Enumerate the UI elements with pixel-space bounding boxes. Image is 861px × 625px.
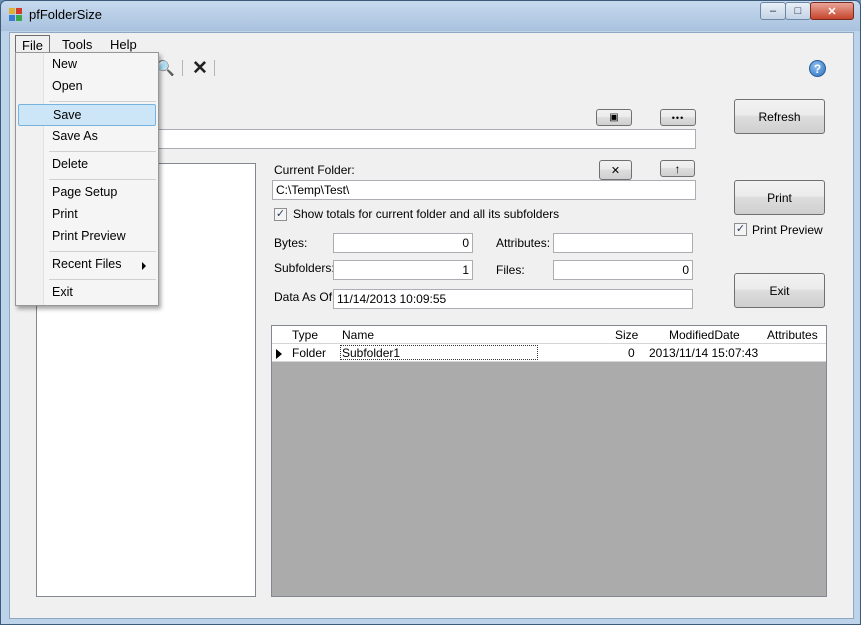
table-row[interactable]: Folder Subfolder1 0 2013/11/14 15:07:43 [272, 344, 826, 362]
column-attributes[interactable]: Attributes [767, 328, 818, 342]
save-path-button[interactable]: ▣ [596, 109, 632, 126]
column-type[interactable]: Type [292, 328, 318, 342]
attributes-field[interactable] [553, 233, 693, 253]
bytes-label: Bytes: [274, 236, 308, 250]
menu-item-recent-files[interactable]: Recent Files [18, 254, 156, 276]
show-totals-label: Show totals for current folder and all i… [293, 207, 560, 221]
cell-type: Folder [292, 346, 327, 360]
print-preview-checkbox[interactable]: ✓ [734, 223, 747, 236]
menu-separator [49, 179, 156, 180]
menu-item-exit[interactable]: Exit [18, 282, 156, 304]
column-modified-date[interactable]: ModifiedDate [669, 328, 740, 342]
app-icon [9, 8, 22, 21]
print-preview-label: Print Preview [752, 223, 823, 237]
menu-separator [49, 101, 156, 102]
menu-separator [49, 151, 156, 152]
column-size[interactable]: Size [615, 328, 638, 342]
caption-buttons: – □ ✕ [760, 2, 854, 20]
folder-grid[interactable]: Type Name Size ModifiedDate Attributes F… [271, 325, 827, 597]
cell-modified-date: 2013/11/14 15:07:43 [649, 346, 759, 360]
print-button[interactable]: Print [734, 180, 825, 215]
current-folder-label: Current Folder: [274, 163, 355, 177]
clear-folder-button[interactable]: ✕ [599, 160, 632, 180]
title-bar[interactable]: pfFolderSize – □ ✕ [1, 1, 860, 31]
column-name[interactable]: Name [342, 328, 374, 342]
menu-item-print[interactable]: Print [18, 204, 156, 226]
menu-item-delete[interactable]: Delete [18, 154, 156, 176]
minimize-button[interactable]: – [760, 2, 786, 20]
toolbar-separator [182, 60, 183, 76]
menu-item-open[interactable]: Open [18, 76, 156, 98]
data-as-of-field[interactable]: 11/14/2013 10:09:55 [333, 289, 693, 309]
menu-item-save-as[interactable]: Save As [18, 126, 156, 148]
menu-item-print-preview[interactable]: Print Preview [18, 226, 156, 248]
toolbar-separator [214, 60, 215, 76]
path-input[interactable] [150, 129, 696, 149]
subfolders-field[interactable]: 1 [333, 260, 473, 280]
current-row-icon [276, 349, 282, 359]
cell-size: 0 [628, 346, 635, 360]
menu-item-save[interactable]: Save [18, 104, 156, 126]
window-title: pfFolderSize [29, 7, 102, 22]
files-field[interactable]: 0 [553, 260, 693, 280]
exit-button[interactable]: Exit [734, 273, 825, 308]
menu-item-page-setup[interactable]: Page Setup [18, 182, 156, 204]
app-window: pfFolderSize – □ ✕ File Tools Help 🔍 ✕ ?… [0, 0, 861, 625]
current-folder-field[interactable]: C:\Temp\Test\ [272, 180, 696, 200]
delete-icon[interactable]: ✕ [192, 57, 208, 80]
bytes-field[interactable]: 0 [333, 233, 473, 253]
submenu-arrow-icon [142, 262, 146, 270]
cell-name[interactable]: Subfolder1 [340, 345, 538, 360]
attributes-label: Attributes: [496, 236, 551, 250]
maximize-button[interactable]: □ [785, 2, 811, 20]
menu-separator [49, 279, 156, 280]
browse-button[interactable]: ••• [660, 109, 696, 126]
close-button[interactable]: ✕ [810, 2, 854, 20]
data-as-of-label: Data As Of: [274, 290, 336, 304]
menu-item-new[interactable]: New [18, 54, 156, 76]
subfolders-label: Subfolders: [274, 261, 335, 275]
help-icon[interactable]: ? [809, 60, 826, 77]
up-folder-button[interactable]: ↑ [660, 160, 695, 177]
files-label: Files: [496, 263, 525, 277]
menu-separator [49, 251, 156, 252]
show-totals-checkbox[interactable]: ✓ [274, 208, 287, 221]
recent-files-label: Recent Files [52, 257, 122, 271]
file-menu-dropdown: New Open Save Save As Delete Page Setup … [15, 52, 159, 306]
refresh-button[interactable]: Refresh [734, 99, 825, 134]
grid-header: Type Name Size ModifiedDate Attributes [272, 326, 826, 344]
